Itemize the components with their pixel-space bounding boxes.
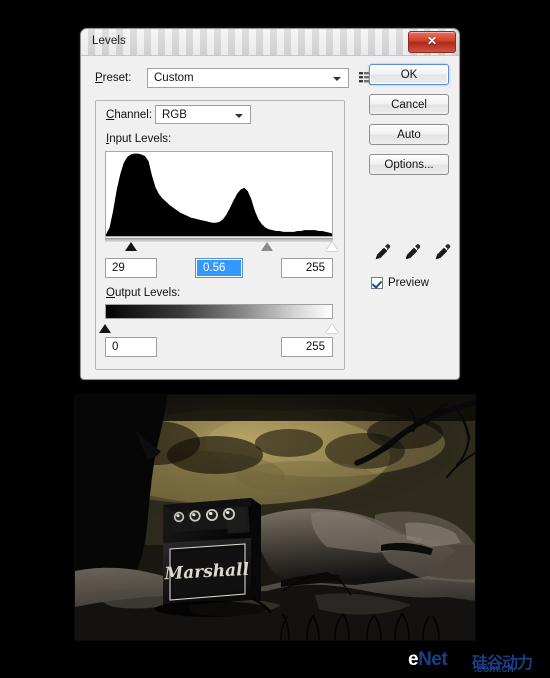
- watermark-domain: .com.cn: [474, 663, 514, 675]
- result-photo: Marshall: [75, 395, 475, 640]
- output-black-field[interactable]: 0: [105, 337, 157, 357]
- watermark-e: e: [408, 649, 419, 670]
- histogram-chart: [106, 153, 332, 236]
- preset-label: Preset:: [95, 72, 132, 84]
- watermark: eNet 硅谷动力 .com.cn: [408, 648, 546, 675]
- output-levels-label: Output Levels:: [106, 287, 181, 299]
- input-gamma-field[interactable]: 0.56: [195, 258, 243, 278]
- levels-dialog: Levels ✕ Preset: Custom Channel: RGB Inp…: [80, 28, 460, 380]
- gray-point-slider-icon[interactable]: [261, 242, 274, 251]
- black-output-slider-icon[interactable]: [99, 324, 111, 333]
- cancel-button[interactable]: Cancel: [369, 94, 449, 115]
- output-white-field[interactable]: 255: [281, 337, 333, 357]
- histogram-display: [105, 151, 333, 237]
- black-point-eyedropper-icon[interactable]: [373, 242, 393, 262]
- close-icon[interactable]: ✕: [408, 31, 456, 53]
- options-button[interactable]: Options...: [369, 154, 449, 175]
- preview-row[interactable]: Preview: [371, 274, 429, 292]
- watermark-net: Net: [418, 649, 448, 670]
- input-white-value: 255: [305, 262, 325, 274]
- black-point-slider-icon[interactable]: [124, 242, 137, 251]
- channel-value: RGB: [162, 109, 187, 121]
- watermark-enet: eNet: [408, 649, 448, 671]
- channel-dropdown[interactable]: RGB: [155, 105, 251, 124]
- output-levels-slider[interactable]: [99, 320, 338, 334]
- dialog-button-column: OK Cancel Auto Options...: [369, 64, 453, 184]
- input-slider-track: [105, 238, 333, 242]
- white-output-slider-icon[interactable]: [326, 324, 338, 333]
- preset-value: Custom: [154, 72, 194, 84]
- preview-checkbox[interactable]: [371, 277, 383, 289]
- output-black-value: 0: [112, 341, 119, 353]
- auto-button[interactable]: Auto: [369, 124, 449, 145]
- preset-dropdown[interactable]: Custom: [147, 68, 349, 88]
- eyedropper-tool-row: [373, 242, 453, 264]
- input-black-field[interactable]: 29: [105, 258, 157, 278]
- dialog-body: Preset: Custom Channel: RGB Input Levels…: [81, 56, 459, 382]
- output-levels-gradient: [105, 304, 333, 319]
- ok-button[interactable]: OK: [369, 64, 449, 85]
- input-black-value: 29: [112, 262, 125, 274]
- white-point-eyedropper-icon[interactable]: [433, 242, 453, 262]
- chevron-down-icon: [235, 114, 243, 118]
- input-levels-label: Input Levels:: [106, 133, 172, 145]
- photo-illustration: Marshall: [75, 395, 475, 640]
- close-x-glyph: ✕: [426, 34, 438, 48]
- white-point-slider-icon[interactable]: [326, 242, 338, 251]
- input-white-field[interactable]: 255: [281, 258, 333, 278]
- output-white-value: 255: [305, 341, 325, 353]
- dialog-title: Levels: [92, 35, 126, 47]
- screenshot-canvas: Levels ✕ Preset: Custom Channel: RGB Inp…: [0, 0, 550, 678]
- channel-label: Channel:: [106, 109, 153, 121]
- gray-point-eyedropper-icon[interactable]: [403, 242, 423, 262]
- input-gamma-value: 0.56: [203, 262, 226, 274]
- input-levels-slider[interactable]: [105, 238, 338, 254]
- levels-group-box: Channel: RGB Input Levels: 29 0.56 255 O…: [95, 100, 345, 370]
- dialog-title-bar: Levels ✕: [81, 29, 459, 56]
- chevron-down-icon: [333, 77, 341, 81]
- preview-label: Preview: [388, 277, 429, 289]
